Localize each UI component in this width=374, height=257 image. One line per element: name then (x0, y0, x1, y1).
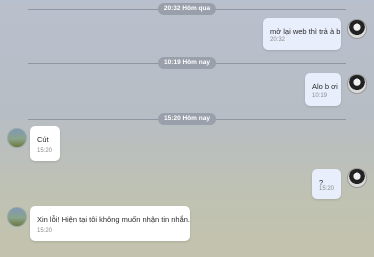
message-bubble-received[interactable]: Cút 15:20 (30, 126, 60, 161)
message-time: 15:20 (319, 186, 335, 192)
message-time: 10:19 (312, 93, 328, 99)
message-bubble-received[interactable]: Xin lỗi! Hiện tại tôi không muốn nhận ti… (30, 206, 190, 241)
date-divider: 10:19 Hôm nay (0, 57, 374, 69)
message-time: 15:20 (37, 228, 53, 234)
message-text: Xin lỗi! Hiện tại tôi không muốn nhận ti… (37, 215, 191, 224)
message-time: 15:20 (37, 148, 53, 154)
message-text: mở lại web thì trả à b (270, 27, 341, 36)
contact-avatar[interactable] (7, 128, 27, 148)
message-bubble-sent[interactable]: mở lại web thì trả à b 20:32 (263, 18, 341, 50)
my-avatar[interactable] (347, 168, 367, 188)
message-text: Alo b ơi (312, 82, 338, 91)
message-time: 20:32 (270, 37, 286, 43)
date-divider: 15:20 Hôm nay (0, 113, 374, 125)
date-label: 15:20 Hôm nay (158, 113, 216, 125)
my-avatar[interactable] (347, 19, 367, 39)
message-text: Cút (37, 135, 49, 144)
contact-avatar[interactable] (7, 207, 27, 227)
message-bubble-sent[interactable]: ? 15:20 (312, 169, 341, 199)
date-divider: 20:32 Hôm qua (0, 3, 374, 15)
message-bubble-sent[interactable]: Alo b ơi 10:19 (305, 73, 341, 106)
date-label: 10:19 Hôm nay (158, 57, 216, 69)
my-avatar[interactable] (347, 74, 367, 94)
date-label: 20:32 Hôm qua (157, 3, 217, 15)
